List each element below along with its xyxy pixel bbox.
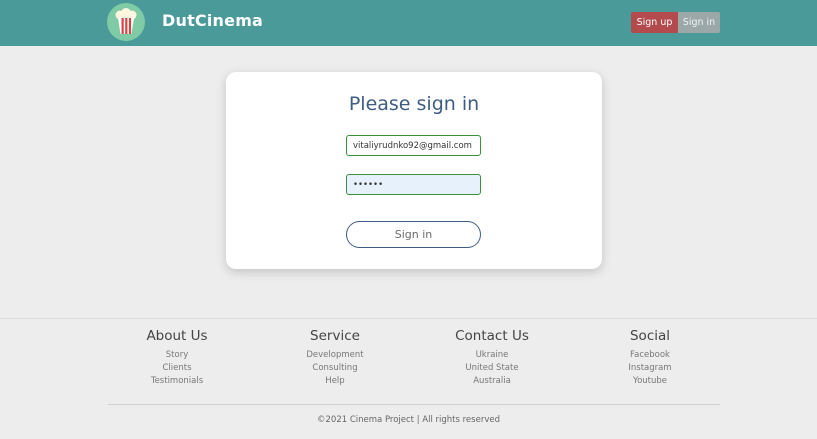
footer-column-title: Social <box>629 328 671 344</box>
footer-link-ukraine[interactable]: Ukraine <box>422 349 562 362</box>
footer-column-contact: Contact Us Ukraine United State Australi… <box>422 328 562 388</box>
signup-button[interactable]: Sign up <box>631 12 678 33</box>
page-title: Please sign in <box>348 93 480 115</box>
signin-nav-button[interactable]: Sign in <box>678 12 720 33</box>
top-navbar: DutCinema Sign up Sign in <box>0 0 817 46</box>
footer-link-clients[interactable]: Clients <box>107 362 247 375</box>
footer-column-service: Service Development Consulting Help <box>265 328 405 388</box>
footer-link-youtube[interactable]: Youtube <box>580 375 720 388</box>
footer-column-title: Contact Us <box>455 328 529 344</box>
signin-submit-button[interactable]: Sign in <box>346 221 481 248</box>
footer-link-instagram[interactable]: Instagram <box>580 362 720 375</box>
password-field[interactable] <box>346 174 481 195</box>
brand-name[interactable]: DutCinema <box>162 11 263 30</box>
footer-column-title: About Us <box>146 328 208 344</box>
footer-link-help[interactable]: Help <box>265 375 405 388</box>
footer-separator <box>0 318 817 319</box>
copyright-text: ©2021 Cinema Project | All rights reserv… <box>317 415 500 425</box>
footer-column-title: Service <box>310 328 360 344</box>
footer-link-story[interactable]: Story <box>107 349 247 362</box>
footer-link-facebook[interactable]: Facebook <box>580 349 720 362</box>
footer-link-consulting[interactable]: Consulting <box>265 362 405 375</box>
footer-link-united-state[interactable]: United State <box>422 362 562 375</box>
footer-column-about: About Us Story Clients Testimonials <box>107 328 247 388</box>
email-field[interactable] <box>346 135 481 156</box>
footer-link-development[interactable]: Development <box>265 349 405 362</box>
footer-column-social: Social Facebook Instagram Youtube <box>580 328 720 388</box>
footer-divider <box>108 404 720 405</box>
footer-link-australia[interactable]: Australia <box>422 375 562 388</box>
popcorn-icon[interactable] <box>107 3 145 41</box>
signin-card: Please sign in Sign in <box>226 72 602 269</box>
footer-link-testimonials[interactable]: Testimonials <box>107 375 247 388</box>
